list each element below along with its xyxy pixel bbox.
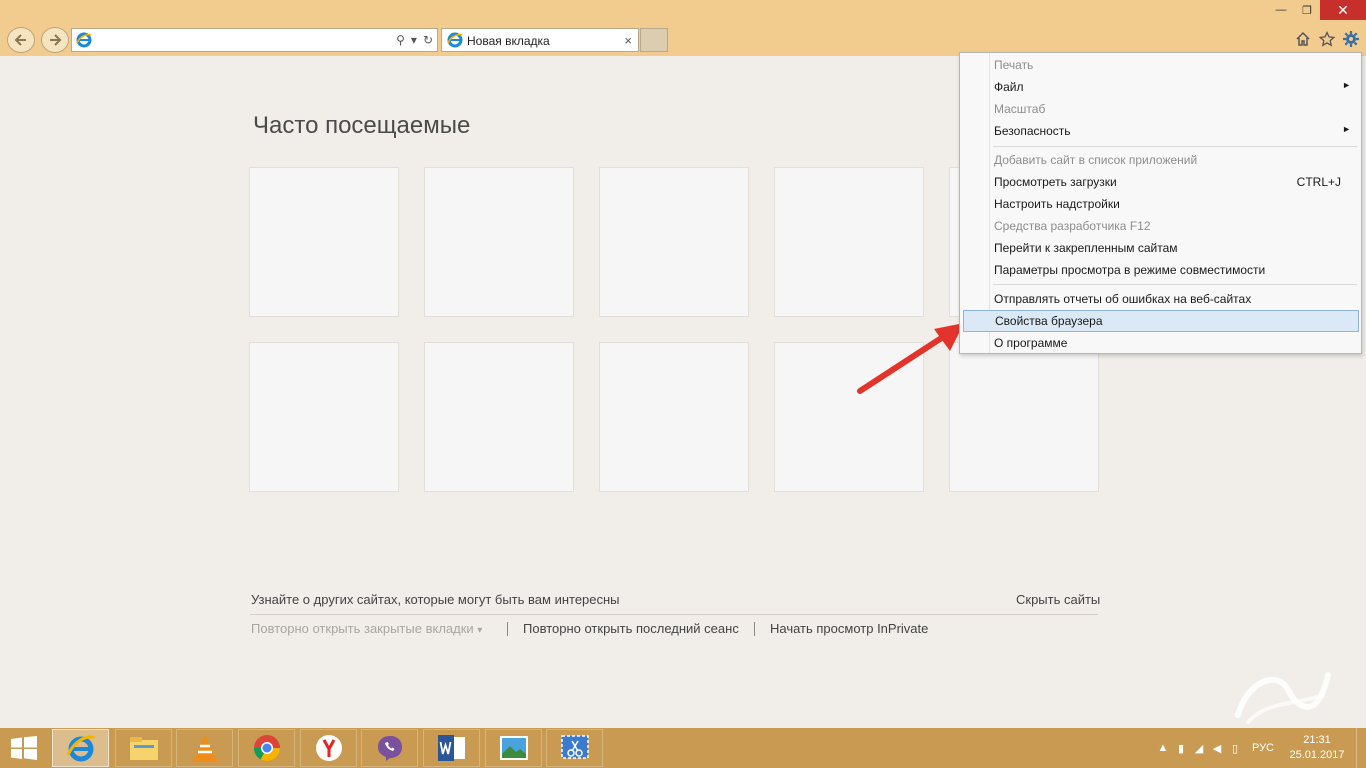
menu-item-label: Перейти к закрепленным сайтам [994, 241, 1178, 255]
gear-icon[interactable] [1342, 30, 1360, 48]
tools-menu: Печать Файл ► Масштаб Безопасность ► Доб… [959, 52, 1362, 354]
toolbar-icons [1294, 30, 1360, 48]
page-title: Часто посещаемые [253, 112, 471, 139]
menu-item-shortcut: CTRL+J [1296, 175, 1341, 189]
search-icon[interactable]: ⚲ [396, 33, 405, 47]
forward-arrow-icon [50, 34, 62, 46]
system-tray: ▲ ▮ ◢ ◀ ▯ РУС 21:31 25.01.2017 [1154, 728, 1366, 768]
menu-separator [993, 284, 1357, 285]
annotation-arrow [857, 323, 964, 394]
refresh-icon[interactable]: ↻ [423, 33, 433, 47]
clock-time: 21:31 [1303, 734, 1331, 746]
chevron-down-icon[interactable]: ▾ [411, 33, 417, 47]
clock-date: 25.01.2017 [1289, 749, 1345, 761]
taskbar-yandex-icon[interactable] [300, 729, 357, 767]
home-icon[interactable] [1294, 30, 1312, 48]
taskbar: ▲ ▮ ◢ ◀ ▯ РУС 21:31 25.01.2017 [0, 728, 1366, 768]
browser-chrome: — ❐ ✕ ⚲ ▾ ↻ Новая вкладка × [0, 0, 1366, 56]
language-indicator[interactable]: РУС [1252, 742, 1274, 754]
tab-title: Новая вкладка [467, 34, 550, 48]
taskbar-snipping-tool-icon[interactable] [546, 729, 603, 767]
site-tile[interactable] [424, 342, 574, 492]
menu-item-label: Безопасность [994, 124, 1071, 138]
menu-item-pinned-sites[interactable]: Перейти к закрепленным сайтам [963, 237, 1359, 259]
submenu-arrow-icon: ► [1342, 80, 1351, 90]
back-button[interactable] [7, 27, 35, 53]
menu-item-label: Добавить сайт в список приложений [994, 153, 1198, 167]
site-tile[interactable] [599, 342, 749, 492]
site-tile[interactable] [249, 167, 399, 317]
taskbar-word-icon[interactable] [423, 729, 480, 767]
minimize-button[interactable]: — [1268, 0, 1294, 20]
menu-separator [993, 146, 1357, 147]
site-tile[interactable] [249, 342, 399, 492]
menu-item-manage-addons[interactable]: Настроить надстройки [963, 193, 1359, 215]
site-tile[interactable] [949, 342, 1099, 492]
site-tile[interactable] [424, 167, 574, 317]
reopen-last-session-link[interactable]: Повторно открыть последний сеанс [523, 621, 739, 636]
menu-item-about[interactable]: О программе [963, 332, 1359, 354]
clock[interactable]: 21:31 25.01.2017 [1282, 733, 1352, 763]
separator [507, 622, 508, 636]
menu-item-zoom[interactable]: Масштаб [963, 98, 1359, 120]
separator [754, 622, 755, 636]
site-tile[interactable] [774, 167, 924, 317]
menu-item-file[interactable]: Файл ► [963, 76, 1359, 98]
menu-item-label: Настроить надстройки [994, 197, 1120, 211]
watermark-logo [1235, 672, 1331, 724]
maximize-button[interactable]: ❐ [1294, 0, 1320, 20]
back-arrow-icon [14, 34, 26, 46]
close-window-button[interactable]: ✕ [1320, 0, 1366, 20]
site-tile[interactable] [599, 167, 749, 317]
menu-item-add-site-to-apps[interactable]: Добавить сайт в список приложений [963, 149, 1359, 171]
menu-item-report-errors[interactable]: Отправлять отчеты об ошибках на веб-сайт… [963, 288, 1359, 310]
address-bar[interactable]: ⚲ ▾ ↻ [71, 28, 438, 52]
submenu-arrow-icon: ► [1342, 124, 1351, 134]
taskbar-photos-icon[interactable] [485, 729, 542, 767]
menu-item-label: О программе [994, 336, 1068, 350]
menu-item-label: Параметры просмотра в режиме совместимос… [994, 263, 1266, 277]
window-controls: — ❐ ✕ [1268, 0, 1366, 22]
close-tab-icon[interactable]: × [624, 33, 632, 48]
network-icon[interactable]: ▯ [1226, 742, 1244, 755]
reopen-closed-label: Повторно открыть закрытые вкладки [251, 621, 474, 636]
taskbar-ie-icon[interactable] [52, 729, 109, 767]
volume-icon[interactable]: ◀ [1208, 742, 1226, 755]
hide-sites-link[interactable]: Скрыть сайты [1016, 592, 1100, 607]
menu-item-label: Средства разработчика F12 [994, 219, 1151, 233]
menu-item-security[interactable]: Безопасность ► [963, 120, 1359, 142]
reopen-closed-tabs-link[interactable]: Повторно открыть закрытые вкладки ▾ [251, 621, 482, 636]
signal-icon[interactable]: ◢ [1190, 742, 1208, 755]
star-icon[interactable] [1318, 30, 1336, 48]
ie-logo-icon [76, 32, 92, 48]
menu-item-view-downloads[interactable]: Просмотреть загрузки CTRL+J [963, 171, 1359, 193]
menu-item-label: Свойства браузера [995, 314, 1103, 328]
taskbar-explorer-icon[interactable] [115, 729, 172, 767]
menu-item-label: Файл [994, 80, 1024, 94]
menu-item-internet-options[interactable]: Свойства браузера [963, 310, 1359, 332]
ie-logo-icon [447, 32, 463, 48]
menu-item-f12-tools[interactable]: Средства разработчика F12 [963, 215, 1359, 237]
taskbar-chrome-icon[interactable] [238, 729, 295, 767]
inprivate-link[interactable]: Начать просмотр InPrivate [770, 621, 928, 636]
chevron-up-icon[interactable]: ▲ [1154, 742, 1172, 754]
menu-item-label: Масштаб [994, 102, 1046, 116]
new-tab-button[interactable] [640, 28, 668, 52]
taskbar-vlc-icon[interactable] [176, 729, 233, 767]
windows-start-icon[interactable] [10, 736, 38, 760]
battery-icon[interactable]: ▮ [1172, 742, 1190, 755]
forward-button[interactable] [41, 27, 69, 53]
menu-item-compatibility-view[interactable]: Параметры просмотра в режиме совместимос… [963, 259, 1359, 281]
taskbar-viber-icon[interactable] [361, 729, 418, 767]
tab-new[interactable]: Новая вкладка × [441, 28, 639, 52]
menu-item-label: Отправлять отчеты об ошибках на веб-сайт… [994, 292, 1252, 306]
menu-item-label: Просмотреть загрузки [994, 175, 1117, 189]
chevron-down-icon: ▾ [477, 625, 483, 636]
menu-item-print[interactable]: Печать [963, 54, 1359, 76]
discover-sites-link[interactable]: Узнайте о других сайтах, которые могут б… [251, 592, 620, 607]
show-desktop-button[interactable] [1356, 728, 1366, 768]
menu-item-label: Печать [994, 58, 1034, 72]
divider [250, 614, 1098, 615]
